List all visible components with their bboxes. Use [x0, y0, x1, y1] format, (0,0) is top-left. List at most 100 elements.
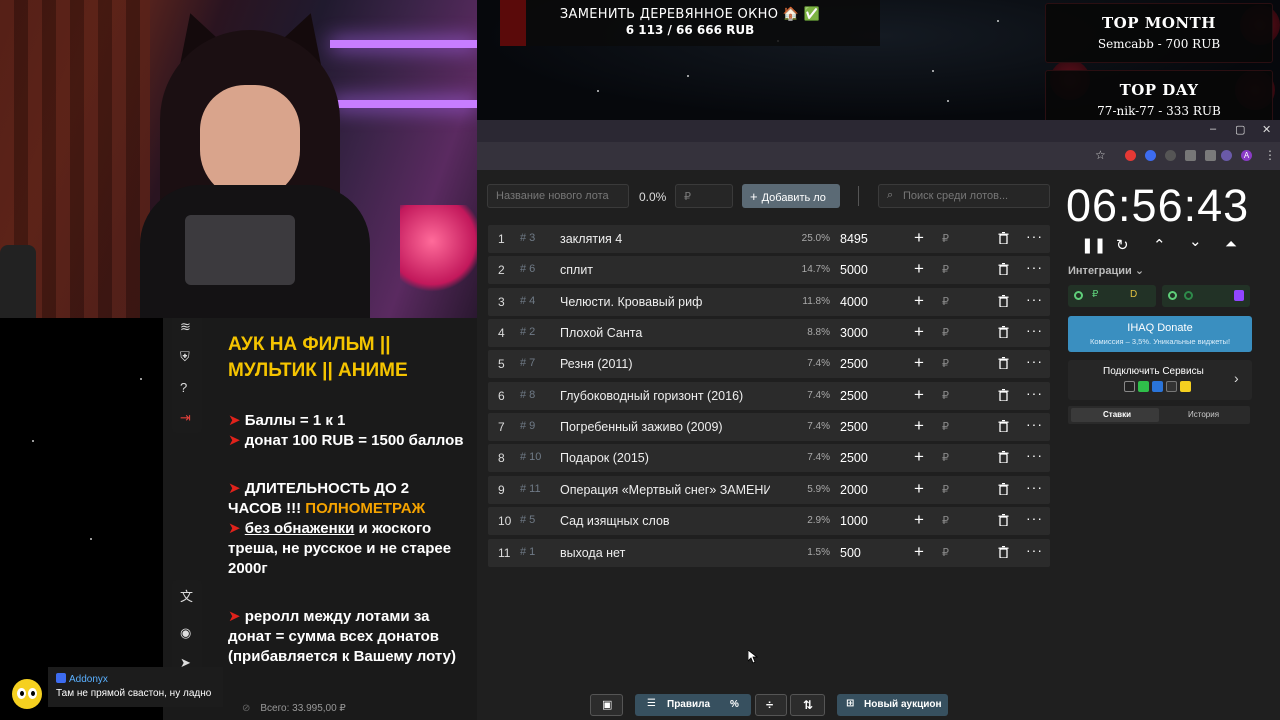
lot-name[interactable]: выхода нет [560, 546, 770, 560]
layers-icon[interactable]: ≋ [180, 319, 191, 335]
minimize-button[interactable]: – [1210, 123, 1216, 135]
add-amount-icon[interactable]: + [914, 353, 924, 373]
more-options-icon[interactable]: ··· [1026, 259, 1043, 275]
chevron-down-icon[interactable]: ⌄ [1189, 232, 1202, 250]
extension-icon[interactable] [1221, 150, 1232, 161]
trash-icon[interactable] [998, 514, 1009, 526]
lot-row[interactable]: 10 # 5 Сад изящных слов 2.9% 1000 + ₽ ··· [488, 507, 1050, 535]
lot-amount[interactable]: 2500 [840, 451, 868, 465]
connect-services-button[interactable]: Подключить Сервисы › [1068, 360, 1252, 400]
lot-name[interactable]: Резня (2011) [560, 357, 770, 371]
lot-row[interactable]: 6 # 8 Глубоководный горизонт (2016) 7.4% 250… [488, 382, 1050, 410]
more-options-icon[interactable]: ··· [1026, 291, 1043, 307]
lot-amount[interactable]: 5000 [840, 263, 868, 277]
tab-bets[interactable]: Ставки [1103, 410, 1131, 419]
trash-icon[interactable] [998, 389, 1009, 401]
chevron-up-icon[interactable]: ⌃ [1153, 236, 1166, 254]
shield-icon[interactable]: ⛨ [180, 349, 190, 365]
lot-amount[interactable]: 500 [840, 546, 861, 560]
more-options-icon[interactable]: ··· [1026, 416, 1043, 432]
search-lots-input[interactable]: ⌕ Поиск среди лотов... [878, 184, 1050, 208]
add-amount-icon[interactable]: + [914, 479, 924, 499]
close-button[interactable]: ✕ [1262, 123, 1271, 136]
more-options-icon[interactable]: ··· [1026, 542, 1043, 558]
lot-row[interactable]: 7 # 9 Погребенный заживо (2009) 7.4% 2500 + ₽ ·… [488, 413, 1050, 441]
trash-icon[interactable] [998, 263, 1009, 275]
add-amount-icon[interactable]: + [914, 322, 924, 342]
lot-row[interactable]: 8 # 10 Подарок (2015) 7.4% 2500 + ₽ ··· [488, 444, 1050, 472]
bookmark-star-icon[interactable]: ☆ [1095, 148, 1106, 162]
rub-input-icon[interactable]: ₽ [942, 326, 949, 339]
new-lot-input[interactable]: Название нового лота [487, 184, 629, 208]
rub-input-icon[interactable]: ₽ [942, 483, 949, 496]
trash-icon[interactable] [998, 357, 1009, 369]
trash-icon[interactable] [998, 420, 1009, 432]
rub-input-icon[interactable]: ₽ [942, 451, 949, 464]
translate-icon[interactable]: 文 [180, 586, 193, 605]
sort-icon-button[interactable]: ⇅ [790, 694, 825, 716]
add-amount-icon[interactable]: + [914, 259, 924, 279]
lot-amount[interactable]: 4000 [840, 295, 868, 309]
profile-avatar[interactable]: A [1241, 150, 1252, 161]
rub-input-icon[interactable]: ₽ [942, 420, 949, 433]
double-chevron-up-icon[interactable]: ⏶ [1225, 236, 1237, 253]
lot-row[interactable]: 2 # 6 сплит 14.7% 5000 + ₽ ··· [488, 256, 1050, 284]
lot-name[interactable]: Плохой Санта [560, 326, 770, 340]
more-options-icon[interactable]: ··· [1026, 447, 1043, 463]
rules-button[interactable]: ☰ Правила % [635, 694, 751, 716]
trash-icon[interactable] [998, 295, 1009, 307]
integrations-toggle[interactable]: Интеграции ⌄ [1068, 264, 1144, 277]
lot-row[interactable]: 3 # 4 Челюсти. Кровавый риф 11.8% 4000 + ₽ ··· [488, 288, 1050, 316]
lot-row[interactable]: 1 # 3 заклятия 4 25.0% 8495 + ₽ ··· [488, 225, 1050, 253]
lot-row[interactable]: 5 # 7 Резня (2011) 7.4% 2500 + ₽ ··· [488, 350, 1050, 378]
logout-icon[interactable]: ⇥ [180, 410, 191, 426]
extension-icon[interactable] [1205, 150, 1216, 161]
trash-icon[interactable] [998, 451, 1009, 463]
add-amount-icon[interactable]: + [914, 510, 924, 530]
save-icon-button[interactable]: ▣ [590, 694, 623, 716]
lot-amount-input[interactable]: ₽ [675, 184, 733, 208]
rub-input-icon[interactable]: ₽ [942, 357, 949, 370]
rub-input-icon[interactable]: ₽ [942, 232, 949, 245]
new-auction-button[interactable]: ⊞ Новый аукцион [837, 694, 948, 716]
extension-icon[interactable] [1125, 150, 1136, 161]
reset-icon[interactable]: ↻ [1116, 236, 1129, 254]
lot-name[interactable]: заклятия 4 [560, 232, 770, 246]
lot-amount[interactable]: 2500 [840, 389, 868, 403]
integration-box-1[interactable]: ₽ D [1068, 285, 1156, 307]
help-icon[interactable]: ? [180, 380, 187, 395]
lot-row[interactable]: 4 # 2 Плохой Санта 8.8% 3000 + ₽ ··· [488, 319, 1050, 347]
split-icon-button[interactable]: ÷ [755, 694, 787, 716]
rub-input-icon[interactable]: ₽ [942, 546, 949, 559]
lot-row[interactable]: 9 # 11 Операция «Мертвый снег» ЗАМЕНИ 5.9% 2… [488, 476, 1050, 504]
extension-icon[interactable] [1165, 150, 1176, 161]
add-amount-icon[interactable]: + [914, 542, 924, 562]
add-amount-icon[interactable]: + [914, 447, 924, 467]
rub-input-icon[interactable]: ₽ [942, 389, 949, 402]
add-amount-icon[interactable]: + [914, 385, 924, 405]
percent-toggle[interactable]: % [730, 699, 739, 710]
more-options-icon[interactable]: ··· [1026, 479, 1043, 495]
tab-history[interactable]: История [1188, 410, 1219, 419]
add-amount-icon[interactable]: + [914, 291, 924, 311]
lot-amount[interactable]: 1000 [840, 514, 868, 528]
add-amount-icon[interactable]: + [914, 228, 924, 248]
lot-name[interactable]: Сад изящных слов [560, 514, 770, 528]
rub-input-icon[interactable]: ₽ [942, 295, 949, 308]
trash-icon[interactable] [998, 326, 1009, 338]
maximize-button[interactable]: ▢ [1235, 123, 1245, 136]
more-options-icon[interactable]: ··· [1026, 385, 1043, 401]
github-icon[interactable]: ◉ [180, 625, 191, 641]
lot-amount[interactable]: 8495 [840, 232, 868, 246]
integration-box-2[interactable] [1162, 285, 1250, 307]
trash-icon[interactable] [998, 232, 1009, 244]
extension-icon[interactable] [1145, 150, 1156, 161]
lot-row[interactable]: 11 # 1 выхода нет 1.5% 500 + ₽ ··· [488, 539, 1050, 567]
ihaq-donate-button[interactable]: IHAQ Donate Комиссия – 3,5%. Уникальные … [1068, 316, 1252, 352]
lot-amount[interactable]: 2500 [840, 420, 868, 434]
lot-amount[interactable]: 2000 [840, 483, 868, 497]
more-options-icon[interactable]: ··· [1026, 353, 1043, 369]
pause-icon[interactable]: ❚❚ [1081, 236, 1106, 254]
more-options-icon[interactable]: ··· [1026, 322, 1043, 338]
trash-icon[interactable] [998, 483, 1009, 495]
